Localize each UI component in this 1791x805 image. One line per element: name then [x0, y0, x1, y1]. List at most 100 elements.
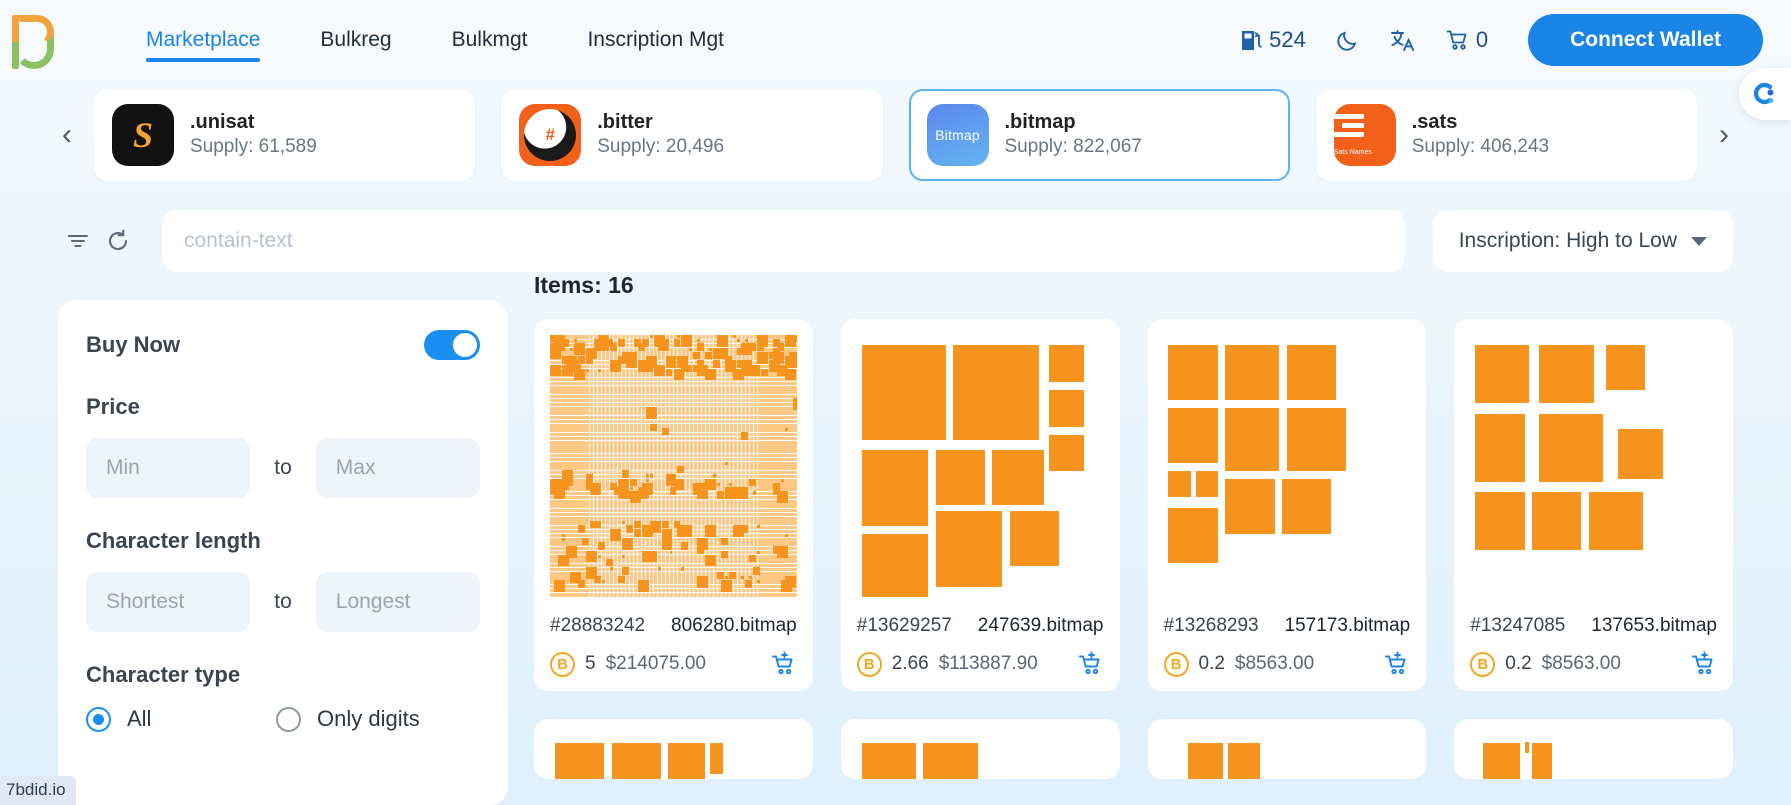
- toggle-knob: [453, 333, 477, 357]
- filter-panel: Buy Now Price to Character length to Cha…: [58, 300, 508, 805]
- items-count-label: Items: 16: [534, 272, 634, 298]
- item-card[interactable]: #28883242 806280.bitmap B 5 $214075.00: [534, 319, 813, 691]
- item-inscription-id: #13268293: [1163, 615, 1259, 636]
- refresh-button[interactable]: [98, 221, 138, 261]
- char-type-option-only-digits[interactable]: Only digits: [276, 706, 466, 732]
- price-range-row: to: [86, 438, 481, 498]
- cart-count: 0: [1475, 27, 1489, 52]
- support-chat-button[interactable]: [1739, 68, 1791, 120]
- nav-item-bulkmgt[interactable]: Bulkmgt: [422, 0, 558, 80]
- add-to-cart-button[interactable]: [1078, 651, 1104, 677]
- price-min-input[interactable]: [86, 438, 251, 498]
- bitmap-logo: Bitmap: [926, 104, 989, 166]
- character-length-title: Character length: [86, 528, 261, 553]
- item-inscription-id: #13247085: [1470, 615, 1566, 636]
- collection-card-bitter[interactable]: # .bitter Supply: 20,496: [501, 89, 883, 181]
- gas-fee-indicator[interactable]: 524: [1241, 27, 1306, 53]
- item-name: 806280.bitmap: [671, 615, 797, 636]
- item-price-usd: $214075.00: [605, 653, 706, 674]
- item-card[interactable]: #13247085 137653.bitmap B 0.2 $8563.00: [1454, 319, 1733, 691]
- item-grid-next-row: [534, 719, 1733, 779]
- translate-icon: [1390, 30, 1414, 51]
- buy-now-toggle[interactable]: [424, 330, 480, 360]
- carousel-next-button[interactable]: ›: [1707, 105, 1741, 165]
- collection-carousel: ‹ S .unisat Supply: 61,589 # .bitter Sup…: [0, 85, 1791, 185]
- item-card[interactable]: #13629257 247639.bitmap B 2.66 $113887.9…: [840, 319, 1120, 691]
- nav-label: Marketplace: [146, 28, 261, 51]
- item-name: 247639.bitmap: [977, 615, 1104, 636]
- item-price-btc: 0.2: [1505, 653, 1532, 674]
- buy-now-label: Buy Now: [86, 332, 181, 357]
- collection-supply: Supply: 822,067: [1004, 136, 1142, 158]
- sort-dropdown-label: Inscription: High to Low: [1458, 229, 1677, 252]
- top-header: Marketplace Bulkreg Bulkmgt Inscription …: [0, 0, 1791, 80]
- char-type-option-all[interactable]: All: [86, 706, 276, 732]
- bitmap-preview: [856, 735, 1104, 779]
- bitmap-preview: [1470, 335, 1717, 597]
- item-card[interactable]: [1147, 719, 1427, 779]
- bdid-logo[interactable]: [6, 9, 68, 71]
- add-to-cart-button[interactable]: [1691, 651, 1717, 677]
- bitmap-preview-dense: [550, 335, 797, 597]
- radio-label: All: [127, 706, 152, 731]
- moon-icon: [1337, 31, 1357, 51]
- item-card[interactable]: [534, 719, 813, 779]
- collection-name: .bitmap: [1004, 111, 1076, 134]
- item-price-usd: $8563.00: [1541, 653, 1621, 674]
- sats-names-logo: Sats Names: [1333, 104, 1396, 166]
- item-name: 157173.bitmap: [1284, 615, 1411, 636]
- add-to-cart-button[interactable]: [771, 651, 797, 677]
- radio-label: Only digits: [317, 706, 420, 731]
- item-price-usd: $113887.90: [938, 653, 1038, 674]
- item-name: 137653.bitmap: [1591, 615, 1717, 636]
- search-field-wrapper[interactable]: [162, 210, 1405, 272]
- filter-toggle-button[interactable]: [58, 221, 98, 261]
- bitcoin-icon: B: [1470, 651, 1496, 677]
- carousel-prev-button[interactable]: ‹: [50, 105, 84, 165]
- price-max-input[interactable]: [315, 438, 481, 498]
- language-switch-button[interactable]: [1390, 28, 1416, 52]
- cart-button[interactable]: 0: [1446, 27, 1488, 53]
- sort-dropdown[interactable]: Inscription: High to Low: [1432, 210, 1733, 272]
- length-max-input[interactable]: [315, 572, 481, 632]
- shopping-cart-icon: [1446, 30, 1467, 50]
- item-grid: #28883242 806280.bitmap B 5 $214075.00 #…: [534, 319, 1733, 691]
- bitcoin-icon: B: [856, 651, 882, 677]
- add-to-cart-button[interactable]: [1384, 651, 1410, 677]
- bitcoin-icon: B: [1163, 651, 1189, 677]
- length-range-separator: to: [274, 590, 292, 613]
- status-bar-link: 7bdid.io: [0, 776, 76, 805]
- radio-icon[interactable]: [86, 706, 111, 732]
- connect-wallet-button[interactable]: Connect Wallet: [1528, 14, 1763, 66]
- item-price-btc: 0.2: [1198, 653, 1225, 674]
- character-type-title: Character type: [86, 662, 241, 687]
- add-to-cart-icon: [771, 651, 793, 675]
- item-card[interactable]: [840, 719, 1120, 779]
- main-content: Buy Now Price to Character length to Cha…: [0, 272, 1791, 805]
- length-min-input[interactable]: [86, 572, 251, 632]
- collection-card-unisat[interactable]: S .unisat Supply: 61,589: [94, 89, 476, 181]
- price-filter-title: Price: [86, 394, 140, 419]
- nav-item-marketplace[interactable]: Marketplace: [116, 0, 290, 80]
- item-price-btc: 5: [585, 653, 596, 674]
- nav-item-bulkreg[interactable]: Bulkreg: [290, 0, 421, 80]
- nav-item-inscription-mgt[interactable]: Inscription Mgt: [557, 0, 754, 80]
- bitmap-preview: [1470, 735, 1717, 779]
- nav-label: Inscription Mgt: [587, 28, 725, 51]
- bitmap-preview: [856, 335, 1104, 597]
- theme-toggle-button[interactable]: [1336, 28, 1360, 52]
- bitmap-preview: [1163, 735, 1411, 779]
- item-card[interactable]: #13268293 157173.bitmap B 0.2 $8563.00: [1147, 319, 1427, 691]
- item-card[interactable]: [1454, 719, 1733, 779]
- main-nav: Marketplace Bulkreg Bulkmgt Inscription …: [116, 0, 754, 80]
- collection-card-bitmap[interactable]: Bitmap .bitmap Supply: 822,067: [908, 89, 1290, 181]
- logo-arc-green: [14, 35, 54, 69]
- collection-card-sats[interactable]: Sats Names .sats Supply: 406,243: [1315, 89, 1697, 181]
- search-input[interactable]: [184, 229, 1383, 253]
- radio-icon[interactable]: [276, 706, 301, 732]
- item-inscription-id: #28883242: [550, 615, 646, 636]
- gas-pump-icon: [1242, 31, 1262, 50]
- bitter-logo: #: [519, 104, 582, 166]
- item-price-btc: 2.66: [891, 653, 929, 674]
- character-type-options: All Only digits: [86, 706, 480, 732]
